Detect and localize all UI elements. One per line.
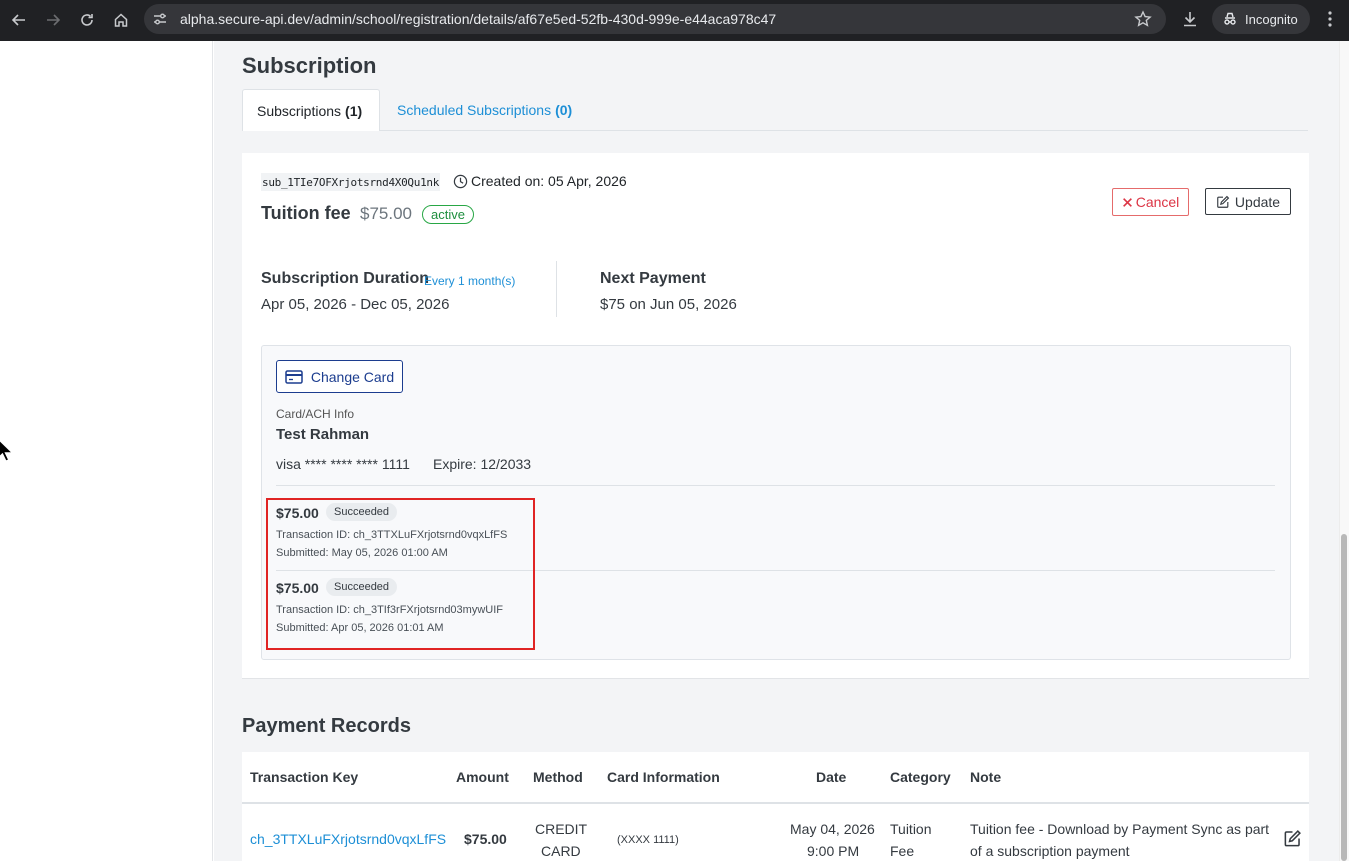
clock-icon <box>453 174 468 188</box>
incognito-indicator[interactable]: Incognito <box>1212 4 1310 34</box>
star-icon[interactable] <box>1134 10 1152 28</box>
home-icon <box>114 13 128 27</box>
mouse-cursor-icon <box>0 440 14 462</box>
table-header-divider <box>242 802 1309 804</box>
change-card-label: Change Card <box>310 368 395 385</box>
download-icon[interactable] <box>1180 9 1200 29</box>
reload-button[interactable] <box>75 8 99 32</box>
column-header-transaction-key[interactable]: Transaction Key <box>250 769 358 785</box>
payment-records-title: Payment Records <box>242 715 411 737</box>
site-info-icon[interactable] <box>152 11 168 27</box>
sidebar-pane <box>0 41 213 861</box>
record-date-line2: 9:00 PM <box>807 843 860 859</box>
card-info-label: Card/ACH Info <box>276 407 355 421</box>
record-category-line1: Tuition <box>890 821 932 837</box>
cardholder-name: Test Rahman <box>276 426 370 443</box>
created-date: Created on: 05 Apr, 2026 <box>453 173 627 189</box>
column-header-amount[interactable]: Amount <box>456 769 509 785</box>
incognito-label: Incognito <box>1245 11 1298 27</box>
plan-name: Tuition fee <box>261 203 351 223</box>
tab-subscriptions-label: Subscriptions <box>257 102 342 119</box>
close-icon <box>1122 197 1132 207</box>
record-category-line2: Fee <box>890 843 915 859</box>
subscription-title: Subscription <box>242 53 377 78</box>
record-amount: $75.00 <box>464 831 507 847</box>
subscription-id: sub_1TIe7OFXrjotsrnd4X0Qu1nk <box>261 173 441 191</box>
update-button[interactable]: Update <box>1205 188 1291 215</box>
column-header-note[interactable]: Note <box>970 769 1001 785</box>
reload-icon <box>81 14 93 26</box>
tab-scheduled-subscriptions[interactable]: Scheduled Subscriptions (0) <box>383 89 586 131</box>
duration-label: Subscription Duration <box>261 270 429 287</box>
record-card-info: (XXXX 1111) <box>617 834 679 846</box>
duration-value: Apr 05, 2026 - Dec 05, 2026 <box>261 296 450 313</box>
cancel-button-label: Cancel <box>1135 194 1180 210</box>
incognito-icon <box>1224 12 1236 25</box>
back-icon <box>11 14 25 26</box>
column-header-date[interactable]: Date <box>816 769 846 785</box>
next-payment-value: $75 on Jun 05, 2026 <box>600 296 737 313</box>
edit-icon <box>1217 195 1230 208</box>
record-method-line1: CREDIT <box>535 821 588 837</box>
card-expiry: Expire: 12/2033 <box>433 456 532 472</box>
transaction-highlight-box <box>266 498 535 650</box>
column-header-card-information[interactable]: Card Information <box>607 769 720 785</box>
tab-subscriptions[interactable]: Subscriptions (1) <box>242 89 380 131</box>
card-divider <box>276 485 1275 486</box>
browser-toolbar: alpha.secure-api.dev/admin/school/regist… <box>0 0 1349 41</box>
cancel-button[interactable]: Cancel <box>1112 188 1189 216</box>
column-header-category[interactable]: Category <box>890 769 951 785</box>
home-button[interactable] <box>109 8 133 32</box>
record-date-line1: May 04, 2026 <box>790 821 875 837</box>
address-bar[interactable]: alpha.secure-api.dev/admin/school/regist… <box>144 4 1166 34</box>
forward-icon <box>47 14 61 26</box>
status-badge: active <box>422 205 474 224</box>
duration-frequency: Every 1 month(s) <box>424 274 516 288</box>
created-date-text: Created on: 05 Apr, 2026 <box>471 173 627 189</box>
plan-price: $75.00 <box>360 204 412 223</box>
vertical-divider <box>556 261 557 317</box>
edit-icon[interactable] <box>1283 829 1302 848</box>
kebab-menu-icon[interactable] <box>1322 9 1338 29</box>
update-button-label: Update <box>1234 193 1281 210</box>
next-payment-label: Next Payment <box>600 270 706 287</box>
transaction-key-link[interactable]: ch_3TTXLuFXrjotsrnd0vqxLfFS <box>250 829 446 850</box>
record-method-line2: CARD <box>541 843 581 859</box>
column-header-method[interactable]: Method <box>533 769 583 785</box>
card-number: visa **** **** **** 1111 <box>276 456 410 472</box>
change-card-button[interactable]: Change Card <box>276 360 403 393</box>
record-note-line2: of a subscription payment <box>970 843 1130 859</box>
tab-subscriptions-count: (1) <box>345 102 363 119</box>
scrollbar-thumb[interactable] <box>1341 534 1347 861</box>
forward-button[interactable] <box>41 8 65 32</box>
record-note-line1: Tuition fee - Download by Payment Sync a… <box>970 821 1270 837</box>
back-button[interactable] <box>7 8 31 32</box>
tab-scheduled-label: Scheduled Subscriptions <box>397 102 552 118</box>
url-text[interactable]: alpha.secure-api.dev/admin/school/regist… <box>180 11 776 27</box>
credit-card-icon <box>285 369 303 384</box>
tab-scheduled-count: (0) <box>555 102 573 118</box>
